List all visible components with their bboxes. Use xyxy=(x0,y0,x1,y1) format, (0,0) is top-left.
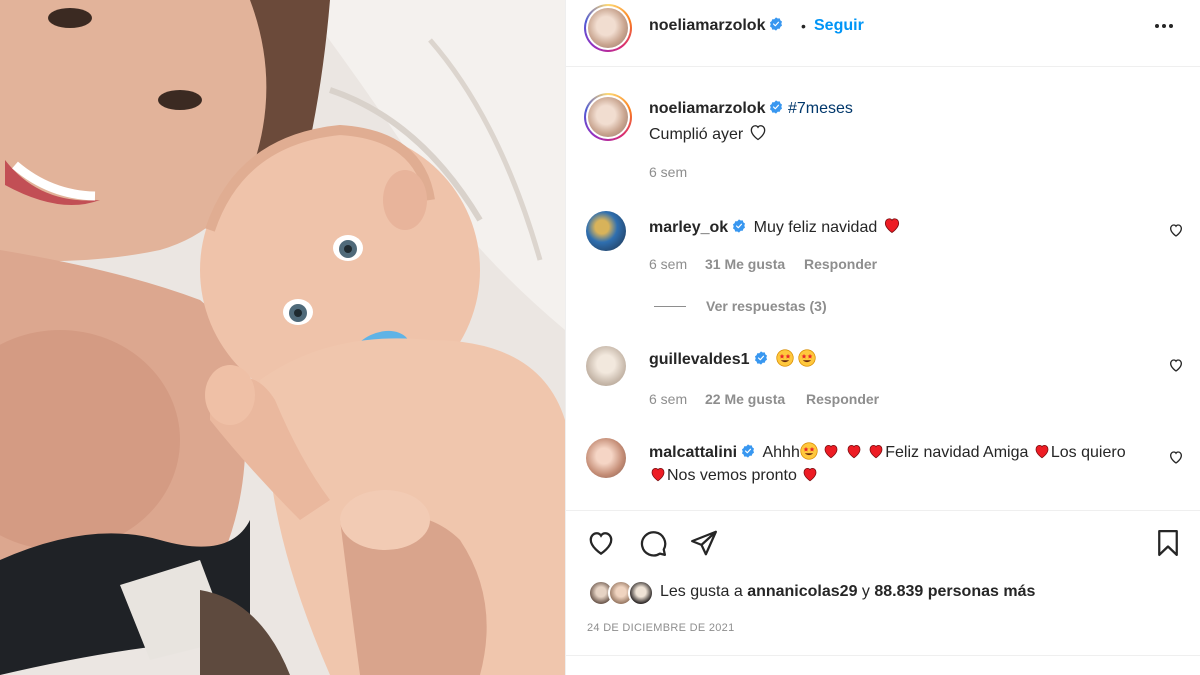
comment-line-3: malcattalini Ahhh Feliz navidad Amiga Lo… xyxy=(649,441,1129,487)
likers-avatars[interactable] xyxy=(588,580,658,606)
caption-avatar[interactable] xyxy=(584,93,632,141)
red-heart-emoji-icon xyxy=(1035,444,1049,459)
comment-text-3d: quiero xyxy=(1081,444,1126,461)
red-heart-emoji-icon xyxy=(884,218,899,233)
comment-text-3a: Ahhh xyxy=(762,444,800,461)
more-options-icon[interactable] xyxy=(1152,14,1176,38)
likes-user[interactable]: annanicolas29 xyxy=(747,583,857,600)
actions-divider xyxy=(565,510,1200,511)
comment-like-heart-icon[interactable] xyxy=(1168,222,1184,238)
star-eyes-emoji-icon xyxy=(800,442,818,460)
comment-icon[interactable] xyxy=(638,528,668,558)
comment-likes-2[interactable]: 22 Me gusta xyxy=(705,391,785,407)
caption-text: Cumplió ayer xyxy=(649,126,744,143)
comment-username-2[interactable]: guillevaldes1 xyxy=(649,351,750,368)
author-avatar[interactable] xyxy=(584,4,632,52)
verified-badge-icon xyxy=(754,351,767,365)
comment-username-3[interactable]: malcattalini xyxy=(649,444,737,461)
header-separator: • xyxy=(801,18,806,34)
caption-username[interactable]: noeliamarzolok xyxy=(649,100,765,117)
view-replies-button[interactable]: Ver respuestas (3) xyxy=(706,298,827,314)
reply-button-2[interactable]: Responder xyxy=(806,391,879,407)
commenter-avatar-guillevaldes[interactable] xyxy=(586,346,626,386)
follow-button[interactable]: Seguir xyxy=(814,17,864,35)
verified-badge-icon xyxy=(733,219,746,233)
replies-divider xyxy=(654,306,686,307)
comment-text-3b: Feliz navidad Amiga xyxy=(885,444,1029,461)
comment-username-1[interactable]: marley_ok xyxy=(649,219,728,236)
comment-line-1: marley_ok Muy feliz navidad xyxy=(649,215,902,237)
red-heart-emoji-icon xyxy=(869,444,883,459)
verified-badge-icon xyxy=(770,100,783,114)
comment-likes-1[interactable]: 31 Me gusta xyxy=(705,256,785,272)
star-eyes-emoji-icon xyxy=(776,349,794,367)
post-photo xyxy=(0,0,565,675)
verified-badge-icon xyxy=(742,444,755,458)
commenter-avatar-marley[interactable] xyxy=(586,211,626,251)
star-eyes-emoji-icon xyxy=(798,349,817,367)
verified-badge-icon xyxy=(770,17,783,31)
caption-age[interactable]: 6 sem xyxy=(649,164,687,180)
comment-text-3e: Nos vemos pronto xyxy=(667,467,797,484)
post-image xyxy=(0,0,565,675)
likes-summary[interactable]: Les gusta a annanicolas29 y 88.839 perso… xyxy=(660,583,1035,601)
heart-icon[interactable] xyxy=(586,528,616,558)
comment-like-heart-icon[interactable] xyxy=(1168,357,1184,373)
comment-age-2[interactable]: 6 sem xyxy=(649,391,687,407)
likes-prefix: Les gusta a xyxy=(660,583,743,600)
likes-middle: y xyxy=(861,583,870,600)
bottom-divider xyxy=(565,655,1200,656)
caption-text-line: Cumplió ayer xyxy=(649,122,768,144)
bookmark-icon[interactable] xyxy=(1153,528,1183,558)
red-heart-emoji-icon xyxy=(824,444,838,459)
red-heart-emoji-icon xyxy=(803,467,817,482)
reply-button-1[interactable]: Responder xyxy=(804,256,877,272)
red-heart-emoji-icon xyxy=(847,444,861,459)
red-heart-emoji-icon xyxy=(651,467,665,482)
caption-line: noeliamarzolok #7meses xyxy=(649,100,853,118)
white-heart-icon xyxy=(750,125,766,141)
commenter-avatar-malcattalini[interactable] xyxy=(586,438,626,478)
post-date[interactable]: 24 DE DICIEMBRE DE 2021 xyxy=(587,622,735,634)
comment-text-1: Muy feliz navidad xyxy=(753,219,878,236)
author-username-text[interactable]: noeliamarzolok xyxy=(649,17,765,34)
send-icon[interactable] xyxy=(689,528,719,558)
author-username-header[interactable]: noeliamarzolok xyxy=(649,17,783,35)
comment-line-2: guillevaldes1 xyxy=(649,349,817,369)
caption-hashtag[interactable]: #7meses xyxy=(788,100,853,117)
comment-text-3c: Los xyxy=(1050,444,1077,461)
comment-age-1[interactable]: 6 sem xyxy=(649,256,687,272)
likes-count[interactable]: 88.839 personas más xyxy=(874,583,1035,600)
comment-like-heart-icon[interactable] xyxy=(1168,449,1184,465)
